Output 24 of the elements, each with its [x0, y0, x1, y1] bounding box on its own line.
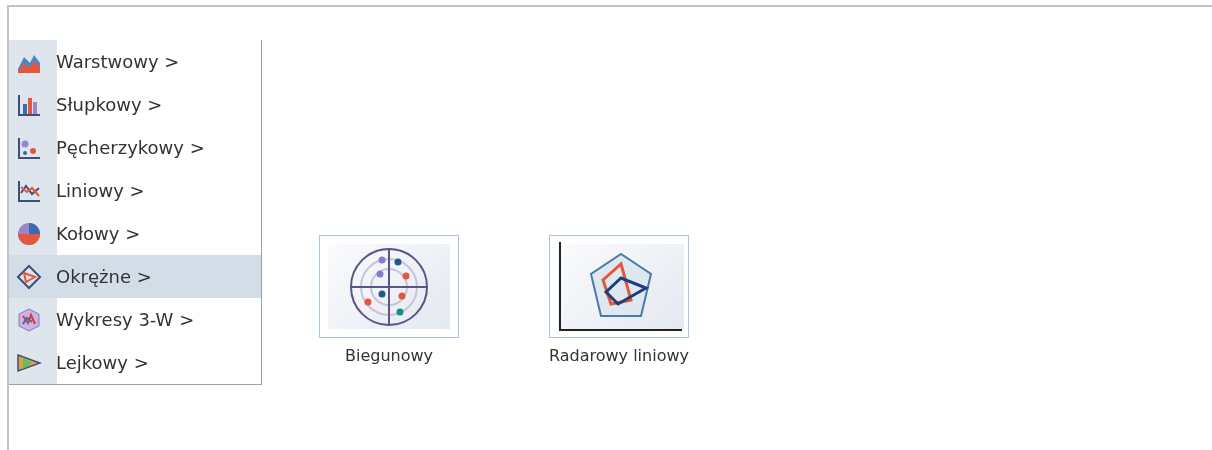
menu-item-label: Okrężne >: [56, 266, 152, 287]
menu-item[interactable]: Wykresy 3-W >: [9, 298, 261, 341]
menu-item-label: Lejkowy >: [56, 352, 149, 373]
surface-chart-icon: [16, 306, 42, 333]
menu-item-label: Kołowy >: [56, 223, 141, 244]
menu-item-label: Warstwowy >: [56, 51, 180, 72]
menu-item[interactable]: Warstwowy >: [9, 40, 261, 83]
menu-item-label: Pęcherzykowy >: [56, 137, 205, 158]
menu-item[interactable]: Lejkowy >: [9, 341, 261, 384]
radar-chart-icon: [558, 241, 684, 332]
chart-thumbnail[interactable]: [549, 235, 689, 338]
menu-item[interactable]: Okrężne >: [9, 255, 261, 298]
menu-item-label: Wykresy 3-W >: [56, 309, 195, 330]
chart-label: Biegunowy: [344, 346, 433, 365]
pie-chart-icon: [16, 220, 42, 247]
radar-chart-icon: [16, 263, 42, 290]
menu-item[interactable]: Liniowy >: [9, 169, 261, 212]
menu-item[interactable]: Kołowy >: [9, 212, 261, 255]
chart-label: Radarowy liniowy: [549, 346, 689, 365]
menu-item-label: Słupkowy >: [56, 94, 163, 115]
menu-item[interactable]: Słupkowy >: [9, 83, 261, 126]
menu-item-label: Liniowy >: [56, 180, 145, 201]
chart-thumbnail[interactable]: [319, 235, 459, 338]
menu-item[interactable]: Pęcherzykowy >: [9, 126, 261, 169]
